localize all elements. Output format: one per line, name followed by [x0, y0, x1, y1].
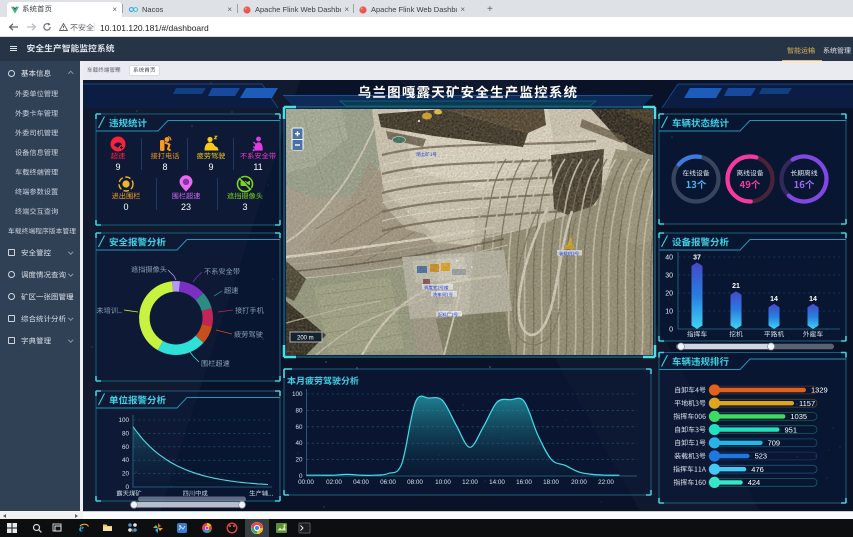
svg-text:14: 14: [770, 296, 778, 303]
svg-text:16:00: 16:00: [516, 479, 532, 486]
svg-text:1157: 1157: [799, 399, 815, 408]
svg-text:21: 21: [732, 283, 740, 290]
svg-text:20: 20: [295, 457, 303, 464]
svg-text:37: 37: [693, 254, 701, 261]
svg-text:06:00: 06:00: [380, 479, 396, 486]
svg-text:22:00: 22:00: [598, 479, 614, 486]
svg-text:100: 100: [118, 417, 129, 424]
svg-text:20:00: 20:00: [571, 479, 587, 486]
svg-text:9: 9: [208, 162, 213, 172]
svg-text:200 m: 200 m: [297, 336, 314, 342]
svg-text:8: 8: [162, 162, 167, 172]
svg-text:23: 23: [181, 202, 191, 212]
svg-text:14:00: 14:00: [489, 479, 505, 486]
svg-text:18:00: 18:00: [543, 479, 559, 486]
svg-text:60: 60: [122, 444, 130, 451]
svg-text:476: 476: [751, 465, 764, 474]
svg-text:0: 0: [125, 484, 129, 491]
svg-text:80: 80: [295, 407, 303, 414]
svg-text:0: 0: [669, 327, 673, 334]
svg-text:1329: 1329: [811, 386, 828, 395]
svg-text:40: 40: [295, 440, 303, 447]
svg-text:100: 100: [292, 391, 303, 398]
svg-text:12:00: 12:00: [462, 479, 478, 486]
svg-text:20: 20: [665, 291, 673, 298]
svg-text:709: 709: [768, 439, 781, 448]
svg-text:523: 523: [755, 452, 768, 461]
svg-text:40: 40: [665, 255, 673, 262]
svg-text:9: 9: [115, 162, 120, 172]
svg-text:60: 60: [295, 424, 303, 431]
svg-text:10:00: 10:00: [435, 479, 451, 486]
svg-text:30: 30: [665, 273, 673, 280]
svg-text:02:00: 02:00: [326, 479, 342, 486]
svg-text:10: 10: [665, 309, 673, 316]
svg-text:1035: 1035: [790, 412, 807, 421]
svg-text:20: 20: [122, 471, 130, 478]
svg-text:951: 951: [785, 425, 798, 434]
svg-text:14: 14: [809, 296, 817, 303]
svg-text:0: 0: [123, 202, 128, 212]
svg-text:40: 40: [122, 457, 130, 464]
svg-text:04:00: 04:00: [353, 479, 369, 486]
svg-text:08:00: 08:00: [407, 479, 423, 486]
svg-text:11: 11: [253, 162, 262, 172]
svg-text:424: 424: [748, 478, 761, 487]
svg-text:80: 80: [122, 430, 130, 437]
svg-text:00:00: 00:00: [298, 479, 314, 486]
svg-text:3: 3: [242, 202, 247, 212]
